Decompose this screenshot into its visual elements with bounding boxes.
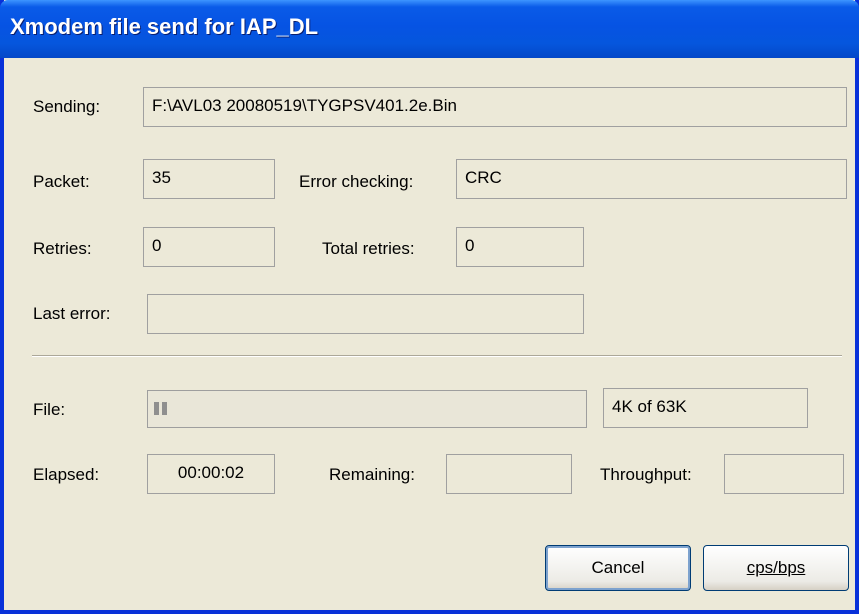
throughput-label: Throughput: <box>600 465 692 484</box>
xmodem-dialog: Xmodem file send for IAP_DL Sending: F:\… <box>0 0 859 614</box>
file-label: File: <box>33 400 66 419</box>
sending-file-field: F:\AVL03 20080519\TYGPSV401.2e.Bin <box>143 87 847 127</box>
remaining-field <box>446 454 572 494</box>
file-size-field: 4K of 63K <box>603 388 808 428</box>
progress-fill <box>154 402 167 415</box>
separator <box>32 355 842 357</box>
last-error-label: Last error: <box>33 304 111 323</box>
retries-label: Retries: <box>33 239 92 258</box>
elapsed-field: 00:00:02 <box>147 454 275 494</box>
cancel-button[interactable]: Cancel <box>545 545 691 591</box>
throughput-field <box>724 454 844 494</box>
error-checking-field: CRC <box>456 159 847 199</box>
cps-bps-button[interactable]: cps/bps <box>703 545 849 591</box>
remaining-label: Remaining: <box>329 465 415 484</box>
elapsed-label: Elapsed: <box>33 465 100 484</box>
file-progress-bar <box>147 390 587 428</box>
total-retries-label: Total retries: <box>322 239 415 258</box>
window-title: Xmodem file send for IAP_DL <box>10 14 319 39</box>
total-retries-field: 0 <box>456 227 584 267</box>
sending-label: Sending: <box>33 97 101 116</box>
packet-field: 35 <box>143 159 275 199</box>
packet-label: Packet: <box>33 172 90 191</box>
title-bar[interactable]: Xmodem file send for IAP_DL <box>0 0 859 58</box>
last-error-field <box>147 294 584 334</box>
retries-field: 0 <box>143 227 275 267</box>
error-checking-label: Error checking: <box>299 172 414 191</box>
